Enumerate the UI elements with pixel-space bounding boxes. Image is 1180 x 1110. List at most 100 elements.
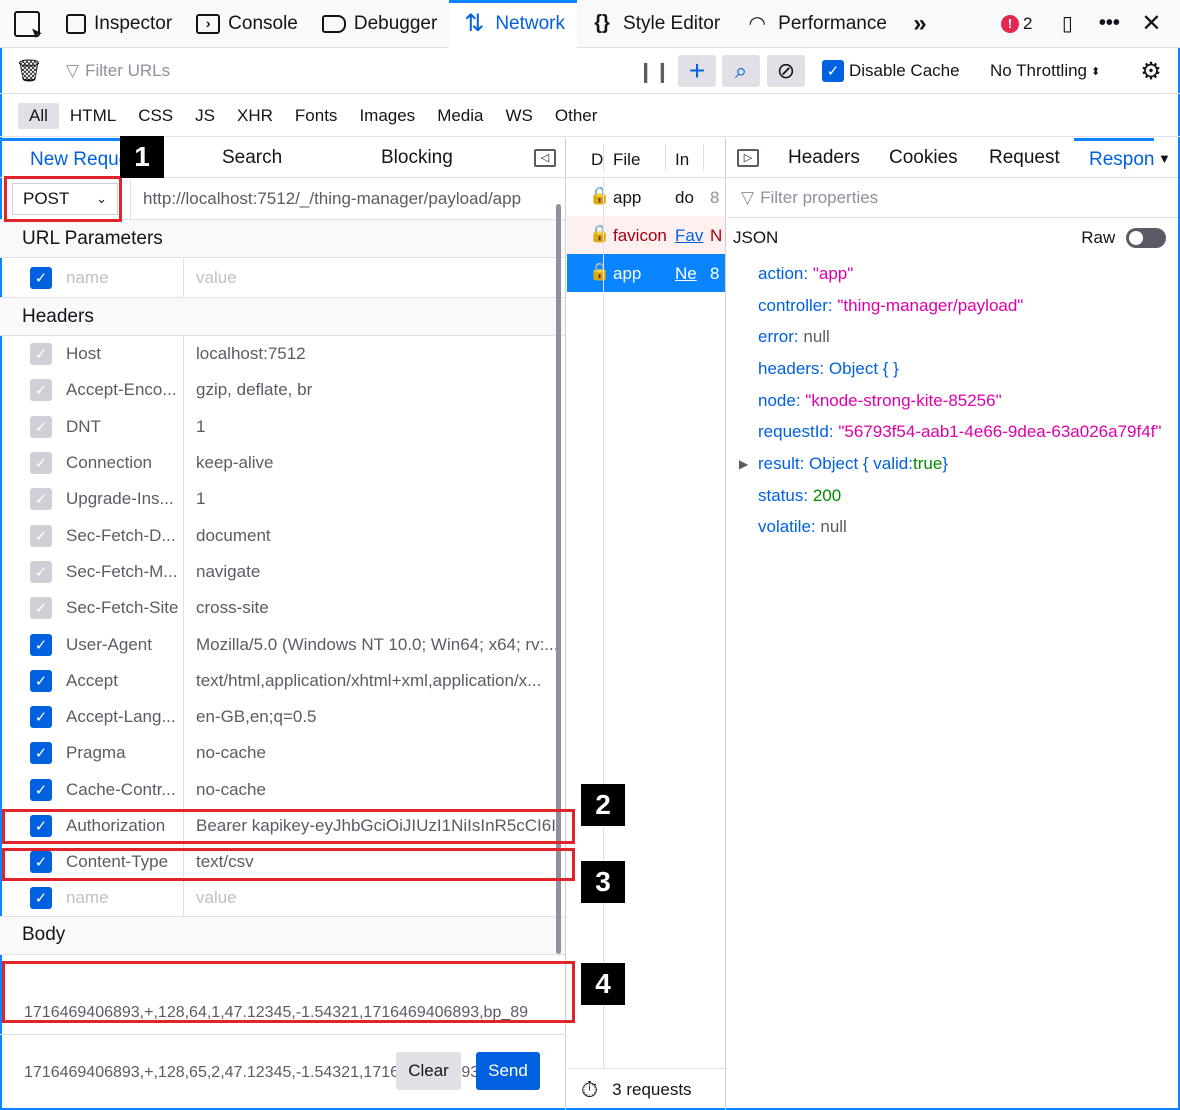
json-prop-error[interactable]: error: null (727, 321, 1178, 353)
filter-xhr[interactable]: XHR (226, 103, 284, 129)
header-name[interactable]: Sec-Fetch-M... (66, 562, 178, 582)
col-file[interactable]: File (613, 150, 640, 170)
header-value[interactable]: 1 (183, 408, 561, 445)
header-name[interactable]: Sec-Fetch-D... (66, 526, 178, 546)
responsive-design-button[interactable]: ▯ (1046, 0, 1088, 48)
header-checkbox[interactable]: ✓ (30, 887, 52, 910)
header-name[interactable]: Host (66, 344, 178, 364)
tab-inspector[interactable]: Inspector (54, 0, 184, 48)
header-name[interactable]: Accept-Lang... (66, 707, 178, 727)
header-value[interactable]: localhost:7512 (183, 336, 561, 373)
header-value[interactable]: gzip, deflate, br (183, 372, 561, 409)
filter-fonts[interactable]: Fonts (284, 103, 349, 129)
collapse-details-button[interactable]: ▷ (737, 138, 759, 178)
filter-css[interactable]: CSS (127, 103, 184, 129)
search-button[interactable]: ⌕ (722, 55, 760, 87)
header-value[interactable]: en-GB,en;q=0.5 (183, 698, 561, 736)
header-name[interactable]: Upgrade-Ins... (66, 489, 178, 509)
header-value[interactable]: 1 (183, 481, 561, 518)
col-initiator[interactable]: In (675, 150, 689, 170)
tab-search[interactable]: Search (222, 138, 282, 178)
request-row[interactable]: 🔒 app do 8 (567, 178, 725, 216)
json-prop-requestid[interactable]: requestId: "56793f54-aab1-4e66-9dea-63a0… (727, 416, 1178, 448)
filter-properties-input[interactable]: ▽ Filter properties (727, 178, 1178, 218)
json-prop-result[interactable]: ▶ result: Object { valid: true } (727, 448, 1178, 480)
url-input[interactable]: http://localhost:7512/_/thing-manager/pa… (143, 178, 521, 220)
tab-debugger[interactable]: Debugger (310, 0, 449, 48)
header-name[interactable]: Sec-Fetch-Site (66, 598, 178, 618)
header-name[interactable]: User-Agent (66, 635, 178, 655)
header-value[interactable]: keep-alive (183, 444, 561, 482)
request-row-selected[interactable]: 🔒 app Ne 8 (567, 254, 725, 292)
json-prop-headers[interactable]: headers: Object { } (727, 353, 1178, 385)
header-checkbox[interactable]: ✓ (30, 597, 52, 620)
disable-cache-checkbox[interactable]: ✓ (822, 60, 844, 82)
param-name-input[interactable]: name (66, 268, 178, 288)
header-value[interactable]: text/html,application/xhtml+xml,applicat… (183, 662, 561, 699)
request-initiator[interactable]: Ne (675, 264, 697, 284)
new-request-button[interactable]: + (678, 55, 716, 87)
settings-gear-icon[interactable]: ⚙ (1138, 58, 1164, 85)
header-value-input[interactable]: value (183, 880, 561, 916)
tab-performance[interactable]: ◠ Performance (732, 0, 899, 48)
more-tabs-button[interactable]: ▼ (1158, 138, 1171, 178)
json-prop-controller[interactable]: controller: "thing-manager/payload" (727, 290, 1178, 322)
param-checkbox[interactable]: ✓ (30, 266, 52, 289)
json-prop-status[interactable]: status: 200 (727, 480, 1178, 512)
tab-response[interactable]: Respons (1074, 138, 1154, 178)
header-checkbox[interactable]: ✓ (30, 742, 52, 765)
json-prop-volatile[interactable]: volatile: null (727, 512, 1178, 544)
expand-triangle-icon[interactable]: ▶ (739, 457, 748, 471)
throttling-select[interactable]: No Throttling ⬍ (990, 48, 1100, 94)
tab-style-editor[interactable]: {} Style Editor (577, 0, 732, 48)
header-checkbox[interactable]: ✓ (30, 488, 52, 511)
close-devtools-button[interactable]: ✕ (1130, 0, 1172, 48)
filter-images[interactable]: Images (348, 103, 426, 129)
header-name[interactable]: Connection (66, 453, 178, 473)
header-checkbox[interactable]: ✓ (30, 524, 52, 547)
trash-icon[interactable]: 🗑 (15, 58, 43, 84)
header-name[interactable]: Accept-Enco... (66, 380, 178, 400)
header-value[interactable]: Mozilla/5.0 (Windows NT 10.0; Win64; x64… (183, 626, 561, 663)
header-name[interactable]: Accept (66, 671, 178, 691)
raw-toggle[interactable]: Raw (1081, 228, 1166, 249)
header-checkbox[interactable]: ✓ (30, 706, 52, 729)
filter-js[interactable]: JS (184, 103, 226, 129)
request-row[interactable]: 🔒 favicon Fav N (567, 216, 725, 254)
header-name-input[interactable]: name (66, 888, 178, 908)
collapse-sidebar-button[interactable]: ◁ (534, 138, 556, 178)
filter-media[interactable]: Media (426, 103, 494, 129)
filter-all[interactable]: All (18, 102, 59, 129)
block-button[interactable]: ⊘ (767, 55, 805, 87)
tab-headers[interactable]: Headers (788, 138, 860, 178)
disable-cache-toggle[interactable]: ✓ Disable Cache (822, 48, 960, 94)
json-prop-node[interactable]: node: "knode-strong-kite-85256" (727, 385, 1178, 417)
header-checkbox[interactable]: ✓ (30, 778, 52, 801)
header-value[interactable]: document (183, 517, 561, 554)
filter-urls-input[interactable]: ▽ Filter URLs (66, 48, 170, 94)
element-picker-button[interactable] (0, 0, 54, 48)
tab-blocking[interactable]: Blocking (381, 138, 453, 178)
raw-switch[interactable] (1126, 228, 1166, 249)
header-checkbox[interactable]: ✓ (30, 343, 52, 366)
tab-console[interactable]: › Console (184, 0, 310, 48)
header-value[interactable]: cross-site (183, 590, 561, 627)
header-checkbox[interactable]: ✓ (30, 379, 52, 402)
header-name[interactable]: DNT (66, 417, 178, 437)
filter-other[interactable]: Other (544, 103, 609, 129)
more-options-button[interactable]: ••• (1088, 0, 1130, 48)
more-tools-button[interactable]: » (899, 0, 941, 48)
filter-ws[interactable]: WS (495, 103, 544, 129)
filter-html[interactable]: HTML (59, 103, 127, 129)
tab-cookies[interactable]: Cookies (889, 138, 958, 178)
request-initiator[interactable]: Fav (675, 226, 703, 246)
tab-request[interactable]: Request (989, 138, 1060, 178)
header-name[interactable]: Pragma (66, 743, 178, 763)
clear-button[interactable]: Clear (396, 1052, 461, 1090)
header-checkbox[interactable]: ✓ (30, 415, 52, 438)
param-value-input[interactable]: value (183, 258, 561, 297)
send-button[interactable]: Send (476, 1052, 540, 1090)
pause-icon[interactable]: ❙❙ (637, 58, 671, 84)
header-value[interactable]: no-cache (183, 735, 561, 772)
header-name[interactable]: Cache-Contr... (66, 780, 178, 800)
